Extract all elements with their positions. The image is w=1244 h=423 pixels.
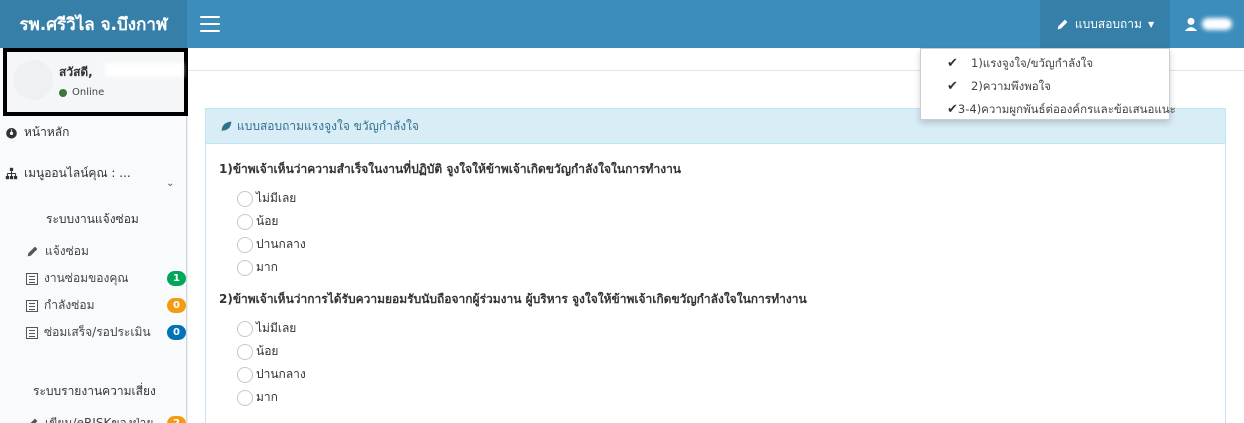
greeting-text: สวัสดี, [59, 65, 93, 79]
q1-option-none[interactable]: ไม่มีเลย [237, 189, 296, 208]
sidebar-item-repair-done[interactable]: ซ่อมเสร็จ/รอประเมิน 0 [26, 323, 186, 342]
user-menu-button[interactable] [1172, 0, 1244, 48]
pencil-icon [1057, 19, 1068, 29]
survey-menu-label: แบบสอบถาม [1074, 16, 1142, 31]
q1-option-high[interactable]: มาก [237, 258, 278, 277]
user-icon [1184, 17, 1198, 31]
sidebar-item-online-menu[interactable]: เมนูออนไลน์คุณ : ... [5, 164, 131, 183]
count-badge: 0 [167, 298, 186, 313]
list-icon [26, 326, 38, 339]
survey-menu-item-engagement[interactable]: ✔ 3-4)ความผูกพันธ์ต่อองค์กรและข้อเสนอแนะ [921, 98, 1176, 121]
leaf-icon [221, 121, 232, 131]
radio-button[interactable] [237, 236, 253, 253]
check-icon: ✔ [947, 79, 958, 94]
radio-button[interactable] [237, 213, 253, 230]
count-badge: 2 [167, 416, 186, 423]
redacted-name [105, 63, 183, 77]
list-icon [26, 272, 38, 285]
survey-title: แบบสอบถามแรงจูงใจ ขวัญกำลังใจ [237, 118, 419, 133]
top-navbar: รพ.ศรีวิไล จ.บึงกาฬ แบบสอบถาม ▼ [0, 0, 1244, 48]
sitemap-icon [5, 167, 18, 180]
q1-option-low[interactable]: น้อย [237, 212, 278, 231]
radio-button[interactable] [237, 389, 253, 406]
hamburger-icon [200, 16, 220, 18]
radio-button[interactable] [237, 190, 253, 207]
online-dot-icon [59, 88, 67, 97]
survey-dropdown-menu: ✔ 1)แรงจูงใจ/ขวัญกำลังใจ ✔ 2)ความพึงพอใจ… [920, 48, 1176, 121]
sidebar: สวัสดี, Online หน้าหลัก เมนูออนไลน์คุณ :… [0, 48, 188, 423]
radio-button[interactable] [237, 320, 253, 337]
caret-down-icon: ▼ [1147, 19, 1155, 29]
pencil-icon [27, 246, 38, 257]
q2-option-high[interactable]: มาก [237, 388, 278, 407]
check-icon: ✔ [947, 102, 958, 117]
q2-option-low[interactable]: น้อย [237, 342, 278, 361]
survey-menu-button[interactable]: แบบสอบถาม ▼ [1040, 0, 1170, 48]
radio-button[interactable] [237, 366, 253, 383]
risk-section-header: ระบบรายงานความเสี่ยง [33, 384, 156, 398]
repair-section-header: ระบบงานแจ้งซ่อม [46, 212, 139, 226]
count-badge: 1 [167, 271, 186, 286]
sidebar-toggle-button[interactable] [200, 16, 220, 32]
sidebar-item-repairing[interactable]: กำลังซ่อม 0 [26, 296, 186, 315]
survey-menu-item-satisfaction[interactable]: ✔ 2)ความพึงพอใจ [921, 75, 1169, 98]
q2-option-none[interactable]: ไม่มีเลย [237, 319, 296, 338]
q2-option-medium[interactable]: ปานกลาง [237, 365, 306, 384]
user-panel: สวัสดี, Online [3, 48, 188, 116]
count-badge: 0 [167, 325, 186, 340]
radio-button[interactable] [237, 259, 253, 276]
question-1-text: 1)ข้าพเจ้าเห็นว่าความสำเร็จในงานที่ปฏิบั… [219, 162, 682, 176]
avatar [13, 60, 53, 100]
sidebar-item-erisk[interactable]: เขียน/eRISKของฝ่าย 2 [26, 414, 186, 423]
app-logo[interactable]: รพ.ศรีวิไล จ.บึงกาฬ [0, 0, 187, 48]
radio-button[interactable] [237, 343, 253, 360]
redacted-username [1202, 18, 1232, 30]
question-2-text: 2)ข้าพเจ้าเห็นว่าการได้รับความยอมรับนับถ… [219, 292, 807, 306]
dashboard-icon [6, 128, 17, 139]
list-icon [26, 299, 38, 312]
survey-panel: แบบสอบถามแรงจูงใจ ขวัญกำลังใจ 1)ข้าพเจ้า… [205, 108, 1226, 423]
sidebar-item-report-repair[interactable]: แจ้งซ่อม [26, 242, 186, 261]
q1-option-medium[interactable]: ปานกลาง [237, 235, 306, 254]
sidebar-item-home[interactable]: หน้าหลัก [5, 123, 69, 142]
pencil-icon [30, 418, 38, 423]
chevron-down-icon[interactable]: ⌄ [166, 178, 174, 189]
online-status: Online [59, 87, 104, 98]
check-icon: ✔ [947, 56, 958, 71]
sidebar-item-my-repairs[interactable]: งานซ่อมของคุณ 1 [26, 269, 186, 288]
survey-menu-item-motivation[interactable]: ✔ 1)แรงจูงใจ/ขวัญกำลังใจ [921, 52, 1169, 75]
